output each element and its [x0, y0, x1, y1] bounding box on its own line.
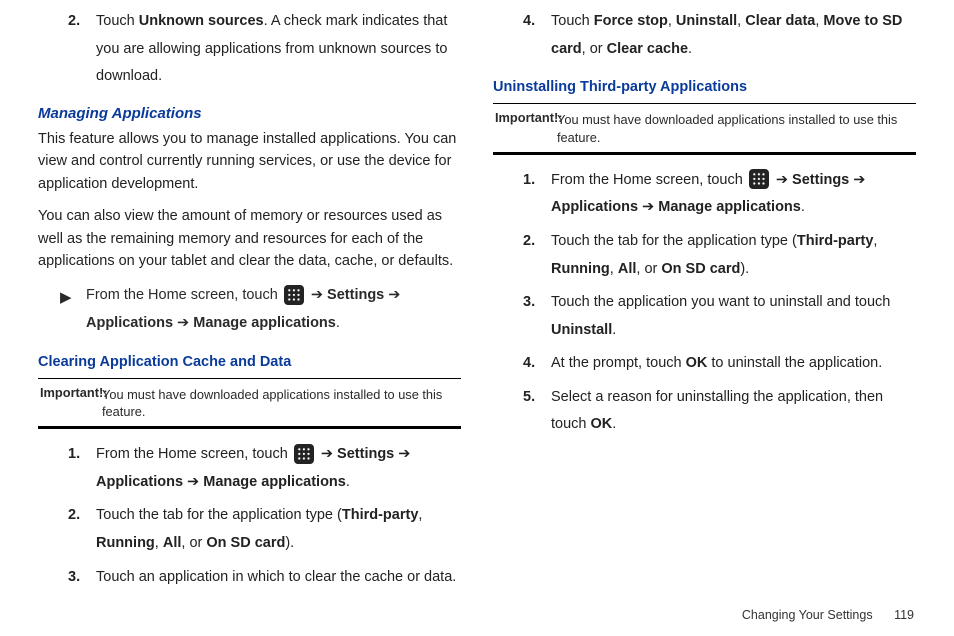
- heading-uninstalling-third-party: Uninstalling Third-party Applications: [493, 79, 916, 95]
- body-text: Touch Force stop, Uninstall, Clear data,…: [551, 13, 902, 57]
- unknown-sources-list: 2. Touch Unknown sources. A check mark i…: [68, 8, 461, 91]
- important-note: Important!: You must have downloaded app…: [38, 378, 461, 430]
- body-text: Touch the tab for the application type (…: [551, 233, 877, 277]
- list-item: 4. At the prompt, touch OK to uninstall …: [523, 350, 916, 378]
- step-number: 2.: [523, 228, 535, 256]
- body-text: Select a reason for uninstalling the app…: [551, 389, 883, 433]
- body-text: This feature allows you to manage instal…: [38, 128, 461, 195]
- list-item: 1. From the Home screen, touch ➔ Setting…: [68, 441, 461, 496]
- force-stop-list: 4. Touch Force stop, Uninstall, Clear da…: [523, 8, 916, 63]
- nav-instruction: ▶ From the Home screen, touch ➔ Settings…: [60, 282, 461, 337]
- step-number: 3.: [68, 564, 80, 592]
- body-text: You can also view the amount of memory o…: [38, 205, 461, 272]
- step-number: 1.: [523, 167, 535, 195]
- body-text: Touch Unknown sources. A check mark indi…: [96, 13, 447, 84]
- body-text: Touch an application in which to clear t…: [96, 569, 456, 585]
- body-text: From the Home screen, touch ➔ Settings ➔…: [551, 172, 865, 216]
- important-label: Important!:: [40, 385, 108, 400]
- step-number: 2.: [68, 502, 80, 530]
- body-text: Touch the application you want to uninst…: [551, 294, 890, 338]
- page-footer: Changing Your Settings 119: [742, 608, 914, 622]
- list-item: 2. Touch the tab for the application typ…: [523, 228, 916, 283]
- important-label: Important!:: [495, 110, 563, 125]
- important-body: You must have downloaded applications in…: [495, 111, 914, 146]
- important-body: You must have downloaded applications in…: [40, 386, 459, 421]
- body-text: From the Home screen, touch ➔ Settings ➔…: [96, 446, 410, 490]
- list-item: 1. From the Home screen, touch ➔ Setting…: [523, 167, 916, 222]
- step-number: 4.: [523, 8, 535, 36]
- page-number: 119: [894, 608, 914, 622]
- footer-section: Changing Your Settings: [742, 608, 873, 622]
- body-text: From the Home screen, touch ➔ Settings ➔…: [86, 282, 461, 337]
- apps-grid-icon: [294, 444, 314, 464]
- list-item: 5. Select a reason for uninstalling the …: [523, 384, 916, 439]
- body-text: At the prompt, touch OK to uninstall the…: [551, 355, 882, 371]
- left-column: 2. Touch Unknown sources. A check mark i…: [38, 8, 461, 626]
- step-number: 3.: [523, 289, 535, 317]
- step-number: 2.: [68, 8, 80, 36]
- right-column: 4. Touch Force stop, Uninstall, Clear da…: [493, 8, 916, 626]
- step-number: 1.: [68, 441, 80, 469]
- apps-grid-icon: [749, 169, 769, 189]
- list-item: 3. Touch an application in which to clea…: [68, 564, 461, 592]
- heading-managing-applications: Managing Applications: [38, 105, 461, 122]
- list-item: 2. Touch the tab for the application typ…: [68, 502, 461, 557]
- heading-clearing-cache: Clearing Application Cache and Data: [38, 354, 461, 370]
- important-note: Important!: You must have downloaded app…: [493, 103, 916, 155]
- page: 2. Touch Unknown sources. A check mark i…: [0, 0, 954, 636]
- list-item: 2. Touch Unknown sources. A check mark i…: [68, 8, 461, 91]
- list-item: 4. Touch Force stop, Uninstall, Clear da…: [523, 8, 916, 63]
- list-item: 3. Touch the application you want to uni…: [523, 289, 916, 344]
- uninstall-steps: 1. From the Home screen, touch ➔ Setting…: [523, 167, 916, 439]
- step-number: 5.: [523, 384, 535, 412]
- body-text: Touch the tab for the application type (…: [96, 507, 422, 551]
- pointer-icon: ▶: [60, 282, 86, 337]
- apps-grid-icon: [284, 285, 304, 305]
- step-number: 4.: [523, 350, 535, 378]
- clearing-cache-steps: 1. From the Home screen, touch ➔ Setting…: [68, 441, 461, 591]
